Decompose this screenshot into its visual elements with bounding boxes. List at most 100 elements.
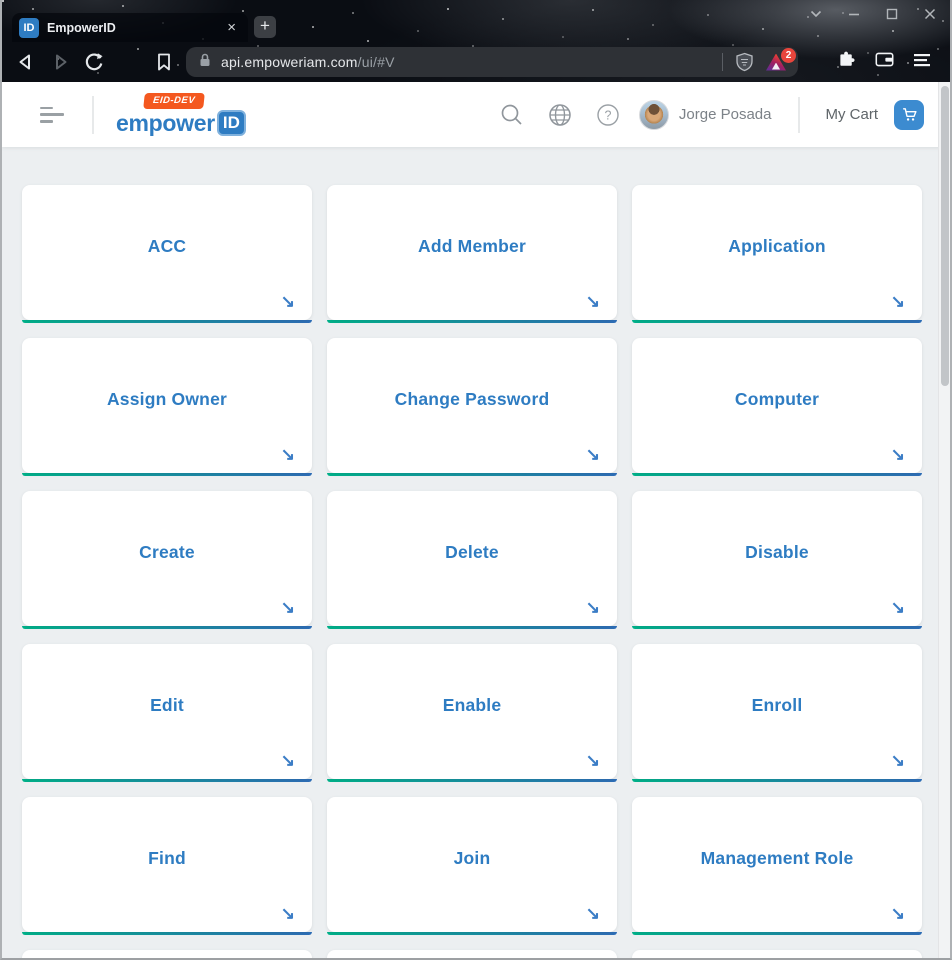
action-card[interactable]: Add Member ↘ [327,185,617,323]
user-avatar[interactable] [639,100,669,130]
action-card[interactable]: Computer ↘ [632,338,922,476]
action-card[interactable]: Delete ↘ [327,491,617,629]
arrow-down-right-icon: ↘ [586,445,600,465]
browser-tab[interactable]: ID EmpowerID × [12,13,248,42]
action-card[interactable]: Create↘ [22,491,312,629]
brave-shield-icon[interactable] [735,52,754,72]
action-card[interactable]: Enable↘ [327,644,617,782]
arrow-down-right-icon: ↘ [586,598,600,618]
bat-badge: 2 [781,48,796,63]
browser-toolbar: api.empoweriam.com/ui/#V 2 [2,42,950,82]
card-title: Join [454,848,491,869]
page-viewport: EID-DEV empower ID [2,82,950,958]
card-title: Create [139,542,195,563]
app-header: EID-DEV empower ID [2,82,950,147]
action-card-grid: ACC ↘ Add Member ↘ Application↘ Assign Own… [2,147,950,958]
card-accent-bar [327,473,617,476]
arrow-down-right-icon: ↘ [891,904,905,924]
action-card[interactable]: Application↘ [632,185,922,323]
back-button[interactable] [14,50,38,74]
arrow-down-right-icon: ↘ [891,292,905,312]
empowerid-logo[interactable]: EID-DEV empower ID [116,93,246,137]
browser-chrome: ID EmpowerID × + [2,0,950,82]
cart-button[interactable] [894,100,924,130]
card-accent-bar [632,320,922,323]
urlbar-divider [722,53,723,71]
scrollbar-thumb[interactable] [941,86,949,386]
browser-menu-icon[interactable] [912,51,932,74]
logo-text: empower [116,110,215,137]
card-title: ACC [148,236,187,257]
card-accent-bar [22,320,312,323]
my-cart-label[interactable]: My Cart [826,106,879,123]
action-card[interactable]: Change Password ↘ [327,338,617,476]
maximize-button[interactable] [884,6,900,22]
arrow-down-right-icon: ↘ [281,751,295,771]
search-icon[interactable] [499,102,525,128]
arrow-down-right-icon: ↘ [586,751,600,771]
card-title: Management Role [701,848,854,869]
card-title: Computer [735,389,819,410]
help-icon[interactable]: ? [595,102,621,128]
card-accent-bar [327,626,617,629]
arrow-down-right-icon: ↘ [891,445,905,465]
address-bar[interactable]: api.empoweriam.com/ui/#V 2 [186,47,798,77]
card-title: Assign Owner [107,389,227,410]
card-accent-bar [632,626,922,629]
card-accent-bar [327,320,617,323]
card-accent-bar [22,626,312,629]
action-card[interactable] [327,950,617,958]
action-card[interactable] [22,950,312,958]
wallet-icon[interactable] [874,50,895,74]
environment-badge: EID-DEV [143,93,205,109]
bat-rewards-icon[interactable]: 2 [766,54,786,71]
card-accent-bar [22,779,312,782]
hamburger-menu-icon[interactable] [40,107,64,123]
url-text: api.empoweriam.com/ui/#V [221,54,395,70]
minimize-button[interactable] [846,6,862,22]
url-domain: api.empoweriam.com [221,54,358,70]
card-accent-bar [327,932,617,935]
card-title: Change Password [395,389,550,410]
arrow-down-right-icon: ↘ [281,904,295,924]
extensions-puzzle-icon[interactable] [836,49,857,75]
action-card[interactable]: Disable↘ [632,491,922,629]
card-accent-bar [327,779,617,782]
lock-icon [198,52,212,73]
action-card[interactable]: Assign Owner ↘ [22,338,312,476]
page-scrollbar[interactable] [938,82,950,958]
forward-button[interactable] [48,50,72,74]
card-accent-bar [632,779,922,782]
arrow-down-right-icon: ↘ [891,751,905,771]
user-name[interactable]: Jorge Posada [679,106,772,123]
arrow-down-right-icon: ↘ [586,904,600,924]
tab-close-icon[interactable]: × [223,18,240,37]
arrow-down-right-icon: ↘ [281,292,295,312]
action-card[interactable]: Join ↘ [327,797,617,935]
action-card[interactable]: Find ↘ [22,797,312,935]
reload-button[interactable] [82,50,106,74]
action-card[interactable]: ACC ↘ [22,185,312,323]
card-accent-bar [22,932,312,935]
header-divider [798,97,800,133]
action-card[interactable]: Edit ↘ [22,644,312,782]
favicon-icon: ID [19,18,39,38]
new-tab-button[interactable]: + [254,16,276,38]
card-title: Add Member [418,236,526,257]
browser-titlebar: ID EmpowerID × + [2,0,950,42]
card-title: Delete [445,542,499,563]
card-accent-bar [632,932,922,935]
tab-search-chevron-icon[interactable] [808,6,824,22]
arrow-down-right-icon: ↘ [586,292,600,312]
tab-title: EmpowerID [47,21,223,35]
card-title: Edit [150,695,184,716]
action-card[interactable]: Enroll↘ [632,644,922,782]
bookmark-icon[interactable] [152,50,176,74]
arrow-down-right-icon: ↘ [891,598,905,618]
arrow-down-right-icon: ↘ [281,445,295,465]
action-card[interactable] [632,950,922,958]
close-window-button[interactable] [922,6,938,22]
action-card[interactable]: Management Role ↘ [632,797,922,935]
globe-language-icon[interactable] [547,102,573,128]
card-title: Find [148,848,186,869]
